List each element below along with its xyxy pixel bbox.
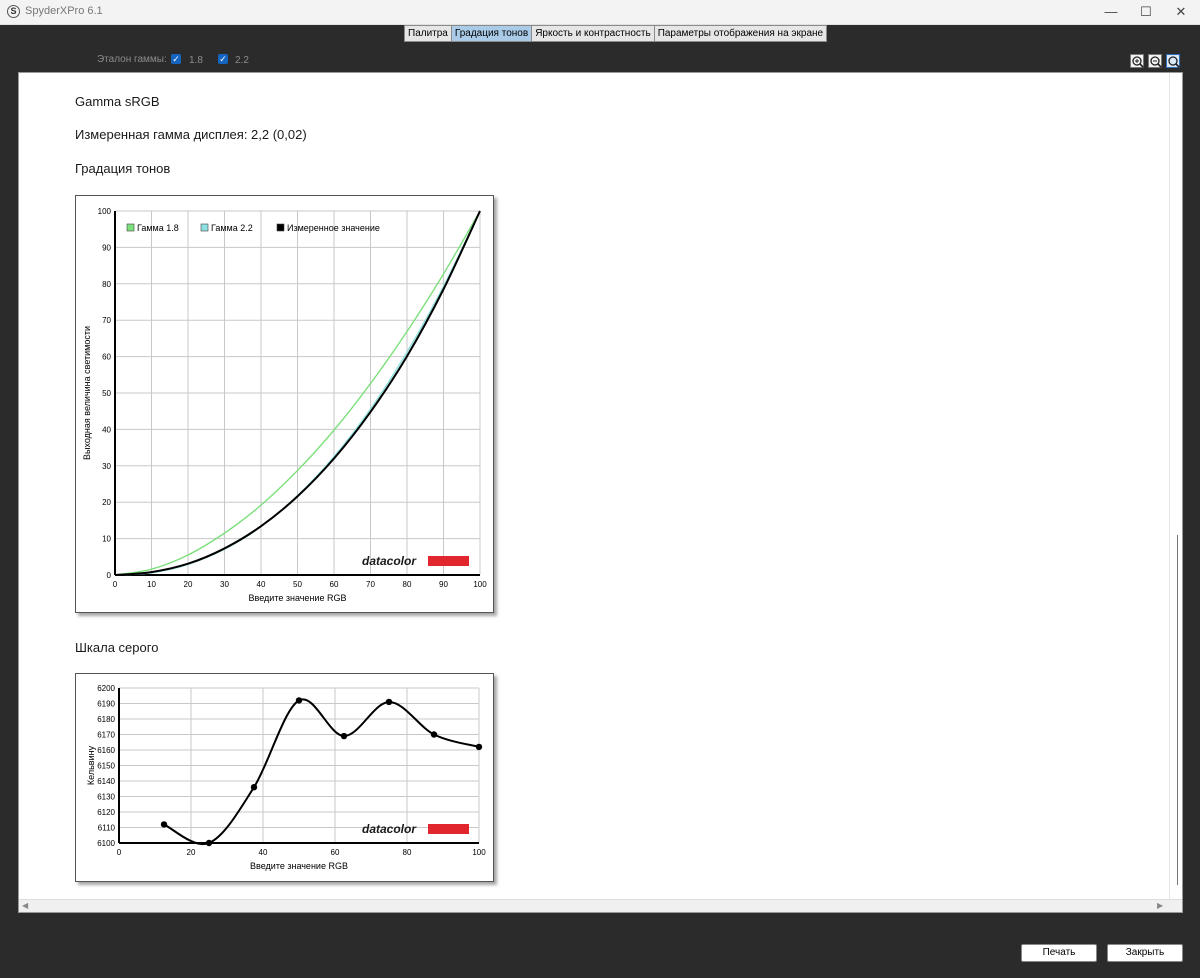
x-tick-label: 70 bbox=[366, 580, 375, 589]
x-tick-label: 0 bbox=[117, 848, 122, 857]
x-axis-label: Введите значение RGB bbox=[250, 861, 348, 871]
tab-display-settings[interactable]: Параметры отображения на экране bbox=[653, 25, 828, 42]
data-point bbox=[295, 697, 303, 704]
x-tick-label: 100 bbox=[472, 848, 486, 857]
y-tick-label: 10 bbox=[102, 535, 111, 544]
y-tick-label: 6170 bbox=[97, 731, 115, 740]
y-tick-label: 6200 bbox=[97, 684, 115, 693]
legend-swatch bbox=[126, 223, 135, 232]
y-tick-label: 6130 bbox=[97, 793, 115, 802]
x-tick-label: 100 bbox=[473, 580, 487, 589]
y-tick-label: 6140 bbox=[97, 777, 115, 786]
y-tick-label: 6150 bbox=[97, 762, 115, 771]
x-tick-label: 20 bbox=[187, 848, 196, 857]
horizontal-scrollbar[interactable]: ◀ ▶ bbox=[19, 899, 1182, 912]
vertical-scrollbar[interactable] bbox=[1169, 73, 1182, 899]
series-line-0 bbox=[163, 698, 480, 846]
y-tick-label: 90 bbox=[102, 243, 111, 252]
scroll-right-icon[interactable]: ▶ bbox=[1157, 901, 1163, 910]
y-tick-label: 0 bbox=[107, 571, 112, 580]
y-tick-label: 80 bbox=[102, 280, 111, 289]
legend-swatch bbox=[200, 223, 209, 232]
y-tick-label: 70 bbox=[102, 316, 111, 325]
y-axis-label: Выходная величина светимости bbox=[82, 326, 92, 460]
gamma-1-8-label: 1.8 bbox=[189, 55, 203, 66]
y-tick-label: 50 bbox=[102, 389, 111, 398]
y-tick-label: 40 bbox=[102, 425, 111, 434]
title-bar: S SpyderXPro 6.1 — ☐ ✕ bbox=[0, 0, 1200, 25]
gray-section-title: Шкала серого bbox=[75, 640, 159, 655]
tab-palette[interactable]: Палитра bbox=[404, 25, 451, 42]
tab-tone-gradation[interactable]: Градация тонов bbox=[450, 25, 532, 42]
tab-bar: Палитра Градация тонов Яркость и контрас… bbox=[404, 25, 828, 42]
x-tick-label: 80 bbox=[403, 580, 412, 589]
x-tick-label: 90 bbox=[439, 580, 448, 589]
close-icon[interactable]: ✕ bbox=[1158, 0, 1200, 24]
profile-name: Gamma sRGB bbox=[75, 94, 160, 109]
legend-entry: Гамма 1.8 bbox=[137, 223, 179, 233]
x-tick-label: 60 bbox=[330, 580, 339, 589]
y-tick-label: 6120 bbox=[97, 808, 115, 817]
y-tick-label: 20 bbox=[102, 498, 111, 507]
legend-entry: Гамма 2.2 bbox=[211, 223, 253, 233]
x-tick-label: 40 bbox=[257, 580, 266, 589]
gray-chart-svg: 0 20 40 60 80 100 6100 6110 6120 6130 6140 6150 6160… bbox=[86, 684, 486, 871]
data-point bbox=[385, 698, 393, 706]
measured-gamma: Измеренная гамма дисплея: 2,2 (0,02) bbox=[75, 127, 307, 142]
zoom-out-icon[interactable] bbox=[1148, 54, 1163, 69]
tone-chart-svg: 0 10 20 30 40 50 60 70 80 90 100 0 10 20 30 40 50 60 70 80 9… bbox=[82, 207, 487, 603]
data-point bbox=[475, 743, 483, 751]
gamma-reference-label: Эталон гаммы: bbox=[97, 54, 167, 65]
y-tick-label: 6160 bbox=[97, 746, 115, 755]
y-axis-label: Кельвину bbox=[86, 745, 96, 785]
zoom-in-icon[interactable] bbox=[1130, 54, 1145, 69]
tone-chart: 0 10 20 30 40 50 60 70 80 90 100 0 10 20 30 40 50 60 70 80 9… bbox=[75, 195, 494, 613]
data-point bbox=[205, 839, 213, 847]
y-tick-label: 6180 bbox=[97, 715, 115, 724]
y-tick-label: 6100 bbox=[97, 839, 115, 848]
y-tick-label: 6110 bbox=[98, 824, 116, 833]
app-icon: S bbox=[7, 5, 20, 18]
x-tick-label: 60 bbox=[331, 848, 340, 857]
report-pane: Gamma sRGB Измеренная гамма дисплея: 2,2… bbox=[18, 72, 1183, 913]
gray-chart: 0 20 40 60 80 100 6100 6110 6120 6130 6140 6150 6160… bbox=[75, 673, 494, 882]
x-tick-label: 50 bbox=[293, 580, 302, 589]
x-tick-label: 80 bbox=[403, 848, 412, 857]
gamma-2-2-label: 2.2 bbox=[235, 55, 249, 66]
x-tick-label: 20 bbox=[184, 580, 193, 589]
datacolor-logo-bar bbox=[428, 556, 469, 566]
datacolor-logo: datacolor bbox=[362, 822, 417, 836]
y-tick-label: 6190 bbox=[97, 700, 115, 709]
x-tick-label: 0 bbox=[113, 580, 118, 589]
tone-section-title: Градация тонов bbox=[75, 161, 171, 176]
data-point bbox=[340, 732, 348, 740]
vertical-scroll-thumb[interactable] bbox=[1177, 535, 1178, 885]
close-button[interactable]: Закрыть bbox=[1107, 944, 1183, 962]
legend-swatch bbox=[276, 223, 285, 232]
y-tick-label: 60 bbox=[102, 353, 111, 362]
datacolor-logo: datacolor bbox=[362, 554, 417, 568]
tab-brightness-contrast[interactable]: Яркость и контрастность bbox=[531, 25, 654, 42]
data-point bbox=[160, 821, 168, 828]
scroll-left-icon[interactable]: ◀ bbox=[22, 901, 28, 910]
datacolor-logo-bar bbox=[428, 824, 469, 834]
x-tick-label: 10 bbox=[147, 580, 156, 589]
window-title: SpyderXPro 6.1 bbox=[25, 5, 103, 17]
legend-entry: Измеренное значение bbox=[287, 223, 380, 233]
data-point bbox=[430, 731, 438, 738]
x-tick-label: 40 bbox=[259, 848, 268, 857]
y-tick-label: 30 bbox=[102, 462, 111, 471]
x-axis-label: Введите значение RGB bbox=[249, 593, 347, 603]
data-point bbox=[250, 784, 258, 791]
y-tick-label: 100 bbox=[98, 207, 112, 216]
gamma-2-2-checkbox[interactable]: ✓ bbox=[218, 54, 228, 64]
zoom-fit-icon[interactable] bbox=[1166, 54, 1181, 69]
gamma-1-8-checkbox[interactable]: ✓ bbox=[171, 54, 181, 64]
print-button[interactable]: Печать bbox=[1021, 944, 1097, 962]
x-tick-label: 30 bbox=[220, 580, 229, 589]
